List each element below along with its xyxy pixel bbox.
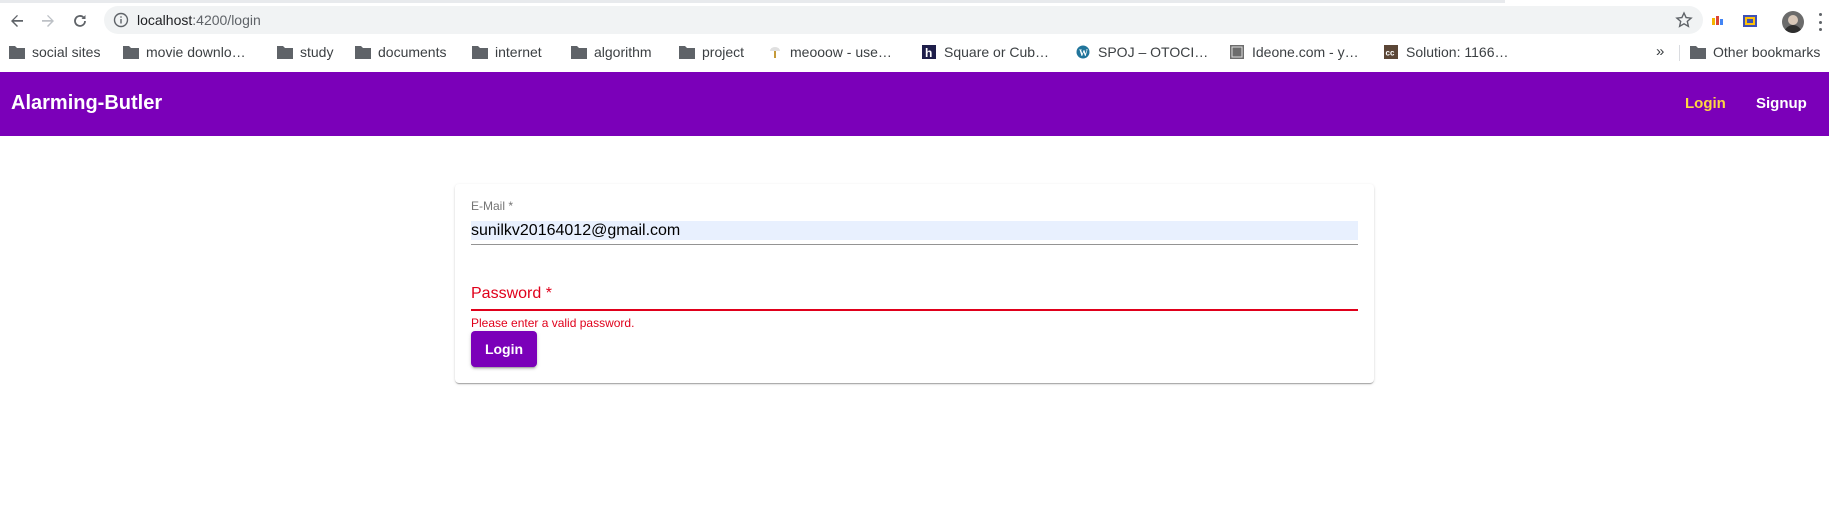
- nav-signup-link[interactable]: Signup: [1756, 95, 1807, 112]
- password-underline: [471, 309, 1358, 311]
- url-host: localhost: [137, 12, 193, 28]
- wordpress-icon: W: [1076, 45, 1090, 59]
- bookmark-spoj[interactable]: W SPOJ – OTOCI…: [1075, 39, 1208, 65]
- url-text[interactable]: localhost:4200/login: [137, 12, 261, 28]
- email-label: E-Mail *: [471, 199, 514, 213]
- bookmark-project[interactable]: project: [679, 39, 744, 65]
- folder-icon: [277, 46, 293, 59]
- bookmarks-divider: [1679, 45, 1680, 61]
- bookmark-label: documents: [378, 44, 447, 60]
- bookmark-label: movie downlo…: [146, 44, 246, 60]
- svg-text:W: W: [1079, 48, 1088, 58]
- url-path: :4200/login: [192, 12, 261, 28]
- bookmark-label: internet: [495, 44, 542, 60]
- bookmark-label: SPOJ – OTOCI…: [1098, 44, 1209, 60]
- bookmark-label: project: [702, 44, 745, 60]
- browser-toolbar: localhost:4200/login: [0, 3, 1829, 37]
- folder-icon: [1690, 46, 1706, 59]
- browser-chrome: localhost:4200/login social sites movie …: [0, 0, 1829, 72]
- bookmark-label: Square or Cub…: [944, 44, 1050, 60]
- h-favicon: h: [922, 45, 936, 59]
- bookmark-study[interactable]: study: [277, 39, 333, 65]
- bookmark-social-sites[interactable]: social sites: [9, 39, 100, 65]
- email-field[interactable]: sunilkv20164012@gmail.com: [471, 221, 1358, 240]
- bookmark-algorithm[interactable]: algorithm: [571, 39, 652, 65]
- app-toolbar: Alarming-Butler Login Signup: [0, 72, 1829, 136]
- bookmark-label: study: [300, 44, 334, 60]
- login-button[interactable]: Login: [471, 331, 537, 367]
- menu-icon[interactable]: [1817, 13, 1823, 31]
- password-error: Please enter a valid password.: [471, 316, 635, 330]
- login-card: E-Mail * sunilkv20164012@gmail.com Passw…: [455, 184, 1374, 383]
- info-icon[interactable]: [113, 12, 129, 28]
- extension-palette-icon[interactable]: [1741, 13, 1759, 29]
- back-icon[interactable]: [5, 9, 29, 33]
- other-bookmarks-label: Other bookmarks: [1713, 44, 1821, 60]
- bookmark-solution[interactable]: cc Solution: 1166…: [1383, 39, 1508, 65]
- nav-login-link[interactable]: Login: [1685, 95, 1726, 112]
- folder-icon: [123, 46, 139, 59]
- bookmark-label: Solution: 1166…: [1406, 44, 1509, 60]
- svg-text:cc: cc: [1386, 49, 1395, 58]
- bookmark-internet[interactable]: internet: [472, 39, 542, 65]
- bookmark-movie-downlo[interactable]: movie downlo…: [123, 39, 246, 65]
- bookmark-label: social sites: [32, 44, 101, 60]
- bookmark-ideone[interactable]: Ideone.com - y…: [1229, 39, 1359, 65]
- email-underline: [471, 244, 1358, 245]
- folder-icon: [679, 46, 695, 59]
- reload-icon[interactable]: [68, 9, 92, 33]
- address-bar[interactable]: localhost:4200/login: [104, 6, 1703, 34]
- bookmarks-bar: social sites movie downlo… study documen…: [0, 39, 1829, 67]
- forward-icon[interactable]: [36, 9, 60, 33]
- bookmark-meooow[interactable]: meooow - use…: [767, 39, 892, 65]
- cc-icon: cc: [1384, 45, 1398, 59]
- bookmark-label: meooow - use…: [790, 44, 892, 60]
- star-icon[interactable]: [1675, 11, 1693, 29]
- folder-icon: [472, 46, 488, 59]
- bookmark-square-or-cub[interactable]: h Square or Cub…: [921, 39, 1049, 65]
- app-title[interactable]: Alarming-Butler: [11, 92, 162, 115]
- folder-icon: [355, 46, 371, 59]
- folder-icon: [9, 46, 25, 59]
- bookmark-documents[interactable]: documents: [355, 39, 446, 65]
- site-favicon: [770, 47, 780, 58]
- extension-bars-icon[interactable]: [1709, 13, 1727, 29]
- bookmarks-overflow-button[interactable]: »: [1656, 43, 1664, 60]
- other-bookmarks[interactable]: Other bookmarks: [1690, 39, 1820, 65]
- folder-icon: [571, 46, 587, 59]
- password-field[interactable]: Password *: [471, 285, 552, 303]
- profile-avatar[interactable]: [1782, 11, 1804, 33]
- bookmark-label: algorithm: [594, 44, 652, 60]
- ideone-icon: [1230, 45, 1244, 59]
- bookmark-label: Ideone.com - y…: [1252, 44, 1359, 60]
- svg-text:h: h: [925, 46, 932, 59]
